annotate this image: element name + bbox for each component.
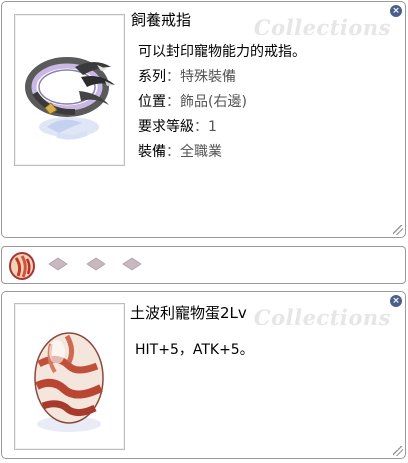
card-slot-bar [1, 246, 406, 284]
resize-handle[interactable] [393, 446, 403, 456]
card-slot-icon[interactable] [6, 252, 38, 280]
item-info-window: Collections × 土波利寵物蛋2Lv HIT+5，ATK+5。 [1, 291, 406, 459]
item-attr-row: 要求等級：1 [138, 119, 217, 135]
item-attr-row: 位置：飾品(右邊) [138, 94, 247, 110]
egg-icon [34, 332, 104, 432]
collections-watermark: Collections [253, 305, 391, 330]
ring-icon [25, 57, 115, 140]
resize-handle[interactable] [393, 225, 403, 235]
item-description: HIT+5，ATK+5。 [135, 342, 254, 358]
item-name: 飼養戒指 [131, 11, 192, 29]
empty-card-slot[interactable] [122, 257, 142, 271]
collections-watermark: Collections [253, 15, 391, 40]
empty-card-slot[interactable] [48, 257, 68, 271]
item-image-frame [14, 303, 125, 450]
close-icon[interactable]: × [390, 5, 402, 17]
item-attr-row: 系列：特殊裝備 [138, 69, 236, 85]
item-details: 可以封印寵物能力的戒指。 系列：特殊裝備 位置：飾品(右邊) 要求等級：1 裝備… [138, 40, 306, 165]
item-image-frame [14, 14, 125, 166]
close-icon[interactable]: × [390, 295, 402, 307]
item-name: 土波利寵物蛋2Lv [130, 304, 247, 322]
item-attr-row: 裝備：全職業 [138, 144, 222, 160]
item-description: 可以封印寵物能力的戒指。 [138, 44, 306, 60]
item-details: HIT+5，ATK+5。 [135, 338, 254, 363]
item-info-window: Collections × 飼養戒指 可以封印寵物能力的戒指。 系列：特殊裝備 [1, 1, 406, 238]
empty-card-slot[interactable] [86, 257, 106, 271]
